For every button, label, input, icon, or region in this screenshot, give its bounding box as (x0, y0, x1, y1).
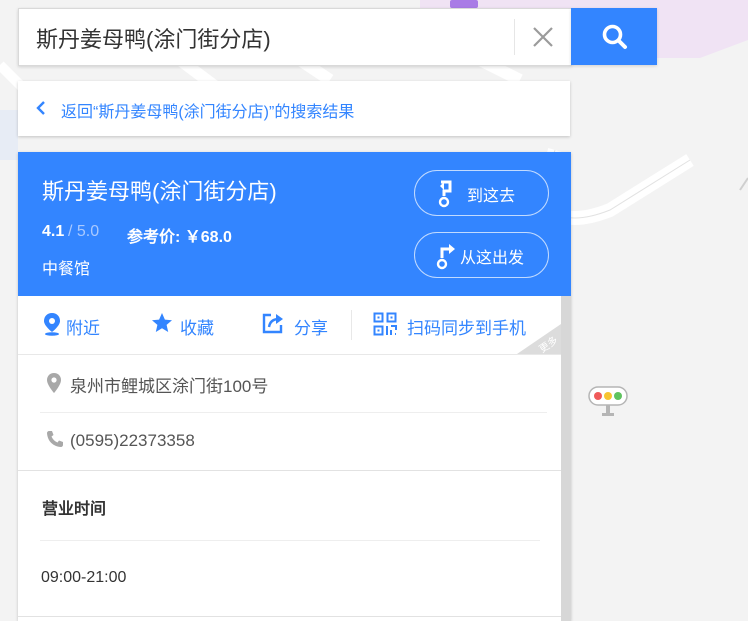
qr-sync-button[interactable]: 扫码同步到手机 (373, 312, 538, 338)
location-pin-icon (47, 373, 61, 393)
chevron-left-icon (36, 101, 45, 115)
search-input[interactable]: 斯丹姜母鸭(涂门街分店) (18, 8, 572, 66)
phone-row: (0595)22373358 (18, 414, 561, 470)
action-divider (351, 310, 352, 340)
more-button[interactable]: 更多 (517, 324, 561, 356)
address-text: 泉州市鲤城区涂门街100号 (70, 377, 269, 396)
back-to-results[interactable]: 返回“斯丹姜母鸭(涂门街分店)”的搜索结果 (18, 81, 570, 136)
traffic-toggle[interactable] (588, 386, 630, 418)
location-pin-icon (44, 313, 60, 336)
share-icon (262, 313, 283, 334)
qr-code-icon (373, 312, 397, 336)
hours-title: 营业时间 (42, 501, 107, 518)
back-to-results-label[interactable]: 返回“斯丹姜母鸭(涂门街分店)”的搜索结果 (61, 98, 354, 122)
favorite-button[interactable]: 收藏 (151, 312, 221, 338)
route-to-icon (438, 180, 452, 208)
divider (18, 470, 561, 471)
clear-button[interactable] (524, 20, 562, 54)
close-icon (533, 27, 553, 47)
go-here-button[interactable]: 到这去 (414, 170, 549, 216)
poi-price: 参考价: ￥68.0 (127, 229, 232, 246)
start-here-label: 从这出发 (460, 250, 525, 267)
search-icon (602, 24, 627, 49)
route-from-icon (436, 244, 455, 270)
divider (40, 412, 547, 413)
traffic-light-icon (588, 386, 628, 416)
divider (18, 616, 561, 617)
share-label: 分享 (294, 319, 328, 338)
poi-rating-max: / 5.0 (68, 223, 100, 240)
poi-rating: 4.1 (42, 223, 65, 240)
search-divider (514, 19, 515, 55)
phone-icon (47, 431, 63, 447)
more-corner-icon: 更多 (517, 324, 561, 356)
search-bar: 斯丹姜母鸭(涂门街分店) (18, 8, 657, 66)
start-here-button[interactable]: 从这出发 (414, 232, 549, 278)
star-icon (152, 313, 172, 332)
search-query-text[interactable]: 斯丹姜母鸭(涂门街分店) (36, 22, 271, 54)
search-button[interactable] (571, 8, 657, 65)
divider (40, 540, 540, 541)
address-row: 泉州市鲤城区涂门街100号 (18, 354, 561, 412)
poi-name: 斯丹姜母鸭(涂门街分店) (42, 179, 277, 204)
phone-text[interactable]: (0595)22373358 (70, 431, 195, 451)
nearby-label: 附近 (66, 319, 100, 338)
hours-value: 09:00-21:00 (41, 569, 127, 586)
panel-scrollbar[interactable] (561, 296, 571, 621)
poi-category: 中餐馆 (42, 261, 91, 278)
poi-header: 斯丹姜母鸭(涂门街分店) 4.1 / 5.0 参考价: ￥68.0 中餐馆 到这… (18, 152, 571, 296)
qr-sync-label: 扫码同步到手机 (407, 319, 526, 338)
nearby-button[interactable]: 附近 (43, 312, 113, 338)
favorite-label: 收藏 (180, 319, 214, 338)
action-bar: 附近 收藏 分享 扫码同步到手机 更多 (18, 296, 561, 356)
go-here-label: 到这去 (467, 188, 516, 205)
poi-detail-panel: 斯丹姜母鸭(涂门街分店) 4.1 / 5.0 参考价: ￥68.0 中餐馆 到这… (18, 152, 571, 621)
share-button[interactable]: 分享 (262, 312, 332, 338)
